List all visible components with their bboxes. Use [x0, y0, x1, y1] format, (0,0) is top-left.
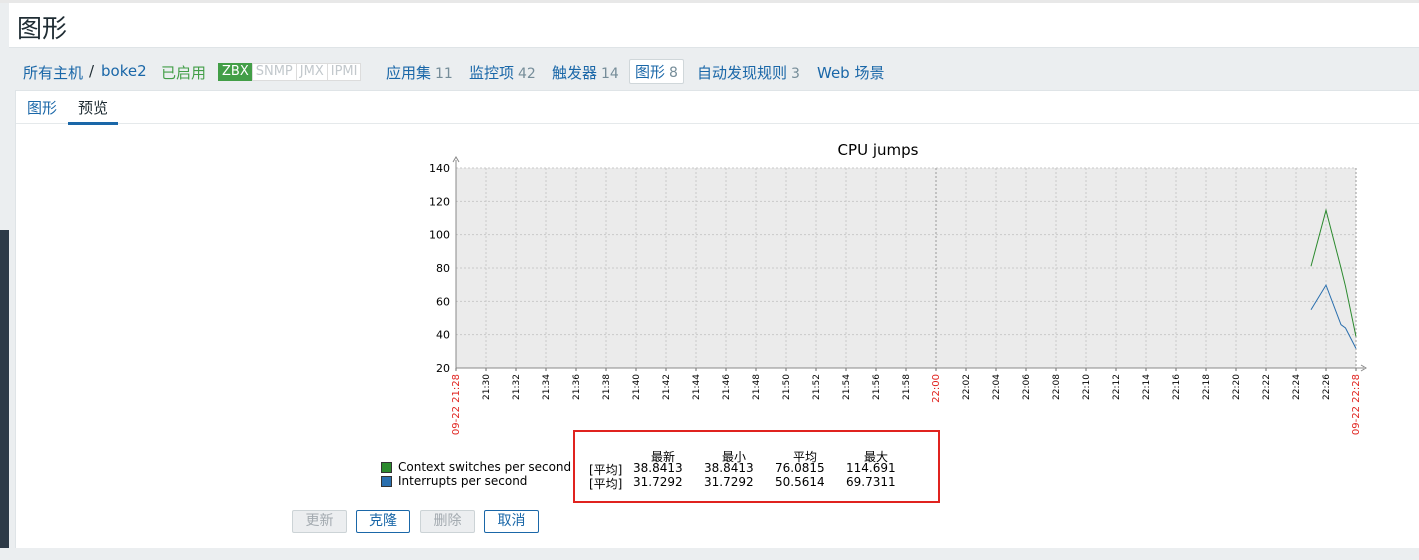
host-status-enabled[interactable]: 已启用: [161, 62, 206, 83]
cpu-jumps-chart: 20 40 60 80 100 120 140 09-22 21:28 21:30 21:32 21…: [429, 156, 1367, 435]
legend-swatch-blue: [381, 475, 392, 487]
tag-snmp: SNMP: [251, 63, 297, 81]
x-tick-label: 09-22 22:28: [1351, 374, 1362, 435]
subtab-bar: 图形 预览: [16, 91, 1419, 125]
x-tick-label: 21:46: [722, 374, 732, 400]
stats-value: 50.5614: [775, 475, 825, 489]
nav-graphs[interactable]: 图形 8: [629, 59, 684, 84]
x-tick-label: 22:24: [1292, 374, 1302, 400]
legend-swatch-green: [381, 461, 392, 473]
nav-web-scenarios[interactable]: Web 场景: [817, 62, 884, 83]
x-tick-label: 21:58: [902, 374, 912, 400]
x-tick-label: 21:30: [482, 374, 492, 400]
stats-func-2: [平均]: [589, 477, 623, 491]
nav-items-label: 监控项: [469, 64, 515, 82]
x-tick-label: 22:06: [1022, 374, 1032, 400]
nav-discovery-label: 自动发现规则: [697, 64, 788, 82]
nav-discovery-count: 3: [791, 66, 800, 82]
nav-applications-label: 应用集: [386, 64, 432, 82]
x-tick-label: 21:50: [782, 374, 792, 400]
stats-value: 76.0815: [775, 461, 825, 475]
nav-applications[interactable]: 应用集 11: [386, 62, 453, 83]
legend-label-context-switches: Context switches per second: [398, 460, 572, 474]
y-tick-label: 80: [436, 262, 450, 275]
y-tick-label: 100: [429, 229, 450, 242]
y-tick-label: 40: [436, 329, 450, 342]
x-tick-label: 22:10: [1082, 374, 1092, 400]
x-tick-label: 21:48: [752, 374, 762, 400]
nav-triggers-label: 触发器: [552, 64, 598, 82]
nav-graphs-label: 图形: [635, 63, 666, 81]
legend-label-interrupts: Interrupts per second: [398, 474, 528, 488]
page-title: 图形: [17, 14, 68, 43]
nav-discovery-rules[interactable]: 自动发现规则 3: [697, 62, 800, 83]
nav-web-label: Web 场景: [817, 64, 885, 82]
availability-tags: ZBX SNMP JMX IPMI: [218, 63, 362, 81]
x-tick-label: 21:32: [512, 374, 522, 400]
stats-value: 69.7311: [846, 475, 896, 489]
x-tick-label: 22:08: [1052, 374, 1062, 400]
x-tick-label: 21:40: [632, 374, 642, 400]
x-tick-label: 21:36: [572, 374, 582, 400]
cancel-button[interactable]: 取消: [484, 510, 539, 533]
tab-graph[interactable]: 图形: [27, 97, 57, 118]
legend-item-context-switches: Context switches per second: [381, 460, 571, 474]
chart-legend: Context switches per second Interrupts p…: [381, 460, 571, 488]
x-tick-label: 22:26: [1322, 374, 1332, 400]
x-tick-label: 22:14: [1142, 374, 1152, 400]
update-button[interactable]: 更新: [292, 510, 347, 533]
footer-strip: [0, 548, 1419, 560]
stats-value: 38.8413: [633, 461, 683, 475]
page-header: 图形: [9, 3, 1419, 48]
clone-button[interactable]: 克隆: [356, 510, 410, 533]
nav-items[interactable]: 监控项 42: [469, 62, 536, 83]
delete-button[interactable]: 删除: [420, 510, 475, 533]
tag-jmx: JMX: [295, 63, 328, 81]
tag-zbx: ZBX: [218, 63, 253, 81]
breadcrumb-all-hosts[interactable]: 所有主机: [23, 62, 83, 83]
breadcrumb-separator: /: [89, 62, 95, 80]
x-tick-label: 22:22: [1262, 374, 1272, 400]
x-tick-label: 22:16: [1172, 374, 1182, 400]
tag-ipmi: IPMI: [326, 63, 362, 81]
x-tick-label: 22:20: [1232, 374, 1242, 400]
x-tick-label: 22:12: [1112, 374, 1122, 400]
sidebar-edge: [0, 230, 9, 560]
x-tick-label: 09-22 21:28: [451, 374, 462, 435]
x-tick-label: 21:38: [602, 374, 612, 400]
x-tick-label: 21:54: [842, 374, 852, 400]
x-tick-label: 22:18: [1202, 374, 1212, 400]
breadcrumb-host[interactable]: boke2: [101, 62, 147, 80]
x-tick-label: 21:44: [692, 374, 702, 400]
nav-triggers[interactable]: 触发器 14: [552, 62, 619, 83]
stats-value: 31.7292: [633, 475, 683, 489]
x-tick-label: 21:34: [542, 374, 552, 400]
host-navigation: 所有主机 / boke2 已启用 ZBX SNMP JMX IPMI 应用集 11…: [9, 50, 1419, 90]
nav-applications-count: 11: [435, 66, 453, 82]
x-tick-label: 21:56: [872, 374, 882, 400]
x-tick-label: 21:42: [662, 374, 672, 400]
x-tick-label: 21:52: [812, 374, 822, 400]
y-tick-label: 20: [436, 362, 450, 375]
x-tick-label: 22:02: [962, 374, 972, 400]
x-tick-label: 22:00: [931, 374, 942, 403]
nav-triggers-count: 14: [601, 66, 619, 82]
nav-items-count: 42: [518, 66, 536, 82]
y-tick-label: 60: [436, 295, 450, 308]
stats-value: 31.7292: [704, 475, 754, 489]
y-tick-label: 140: [429, 162, 450, 175]
stats-highlight-box: 最新 最小 平均 最大 [平均] 38.8413 38.8413 76.0815…: [573, 430, 940, 503]
legend-item-interrupts: Interrupts per second: [381, 474, 571, 488]
nav-graphs-count: 8: [669, 65, 678, 81]
stats-value: 38.8413: [704, 461, 754, 475]
tab-preview[interactable]: 预览: [68, 97, 119, 125]
stats-value: 114.691: [846, 461, 896, 475]
y-tick-label: 120: [429, 195, 450, 208]
x-tick-label: 22:04: [992, 374, 1002, 400]
